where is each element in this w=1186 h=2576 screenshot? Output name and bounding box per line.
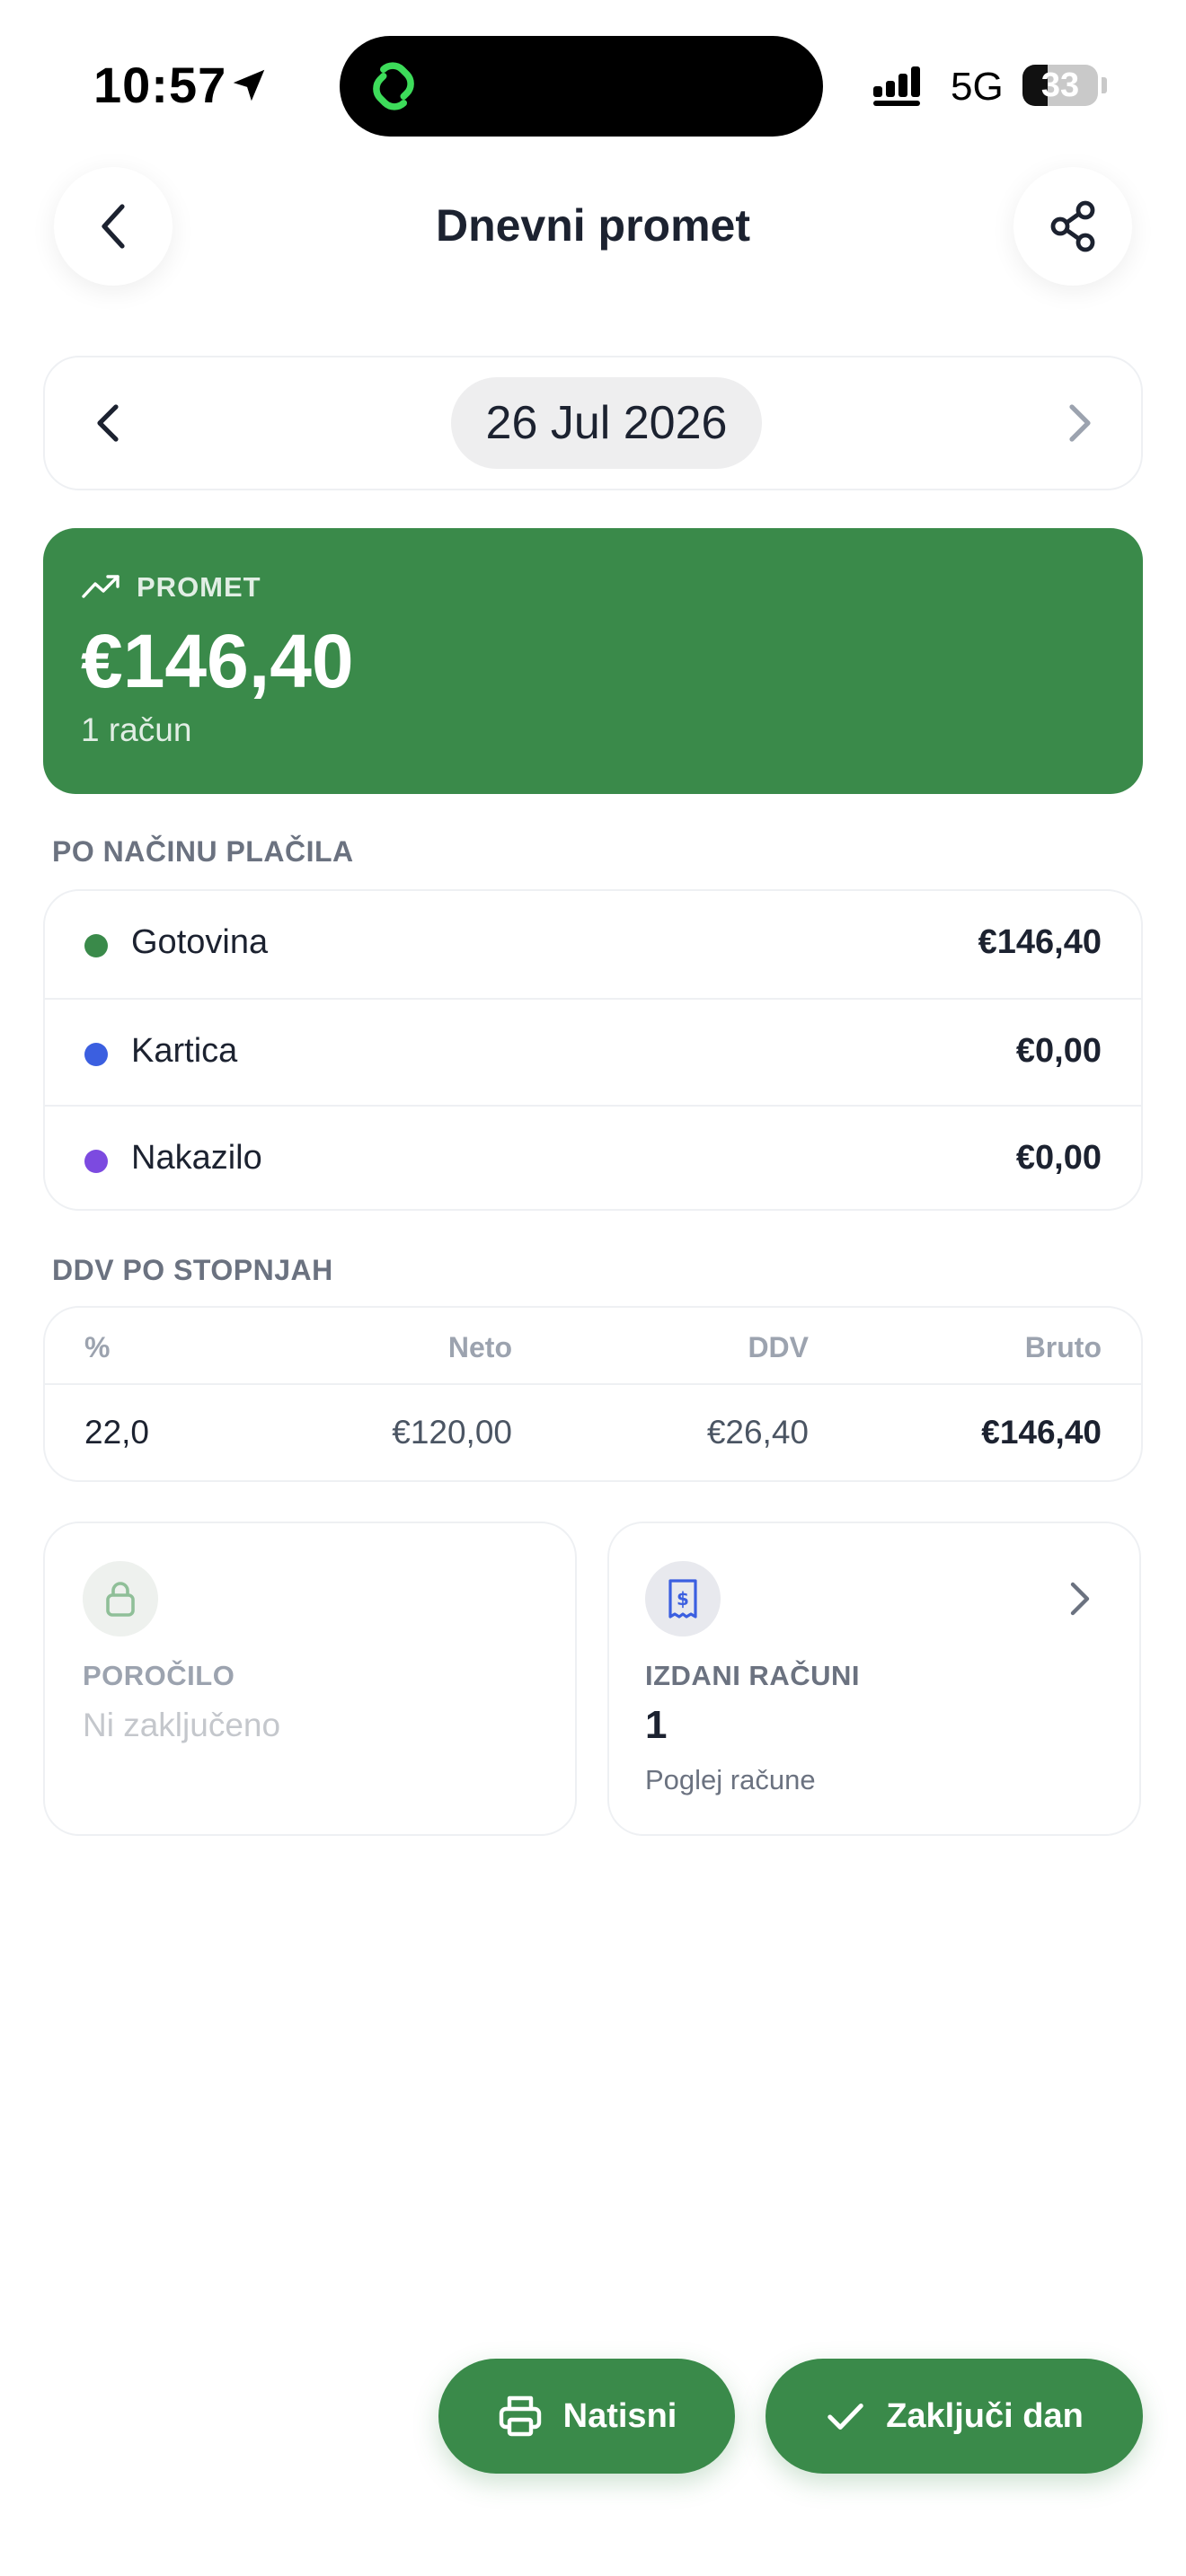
selected-date[interactable]: 26 Jul 2026 (451, 377, 762, 469)
vat-gross: €146,40 (981, 1414, 1102, 1451)
vat-amount: €26,40 (706, 1414, 809, 1451)
svg-text:$: $ (677, 1588, 689, 1610)
receipt-icon: $ (668, 1579, 697, 1619)
chevron-right-icon (1064, 1579, 1096, 1619)
report-label: POROČILO (83, 1660, 235, 1691)
column-header-gross: Bruto (1024, 1331, 1102, 1363)
transfer-color-dot (84, 1150, 108, 1173)
share-button[interactable] (1013, 167, 1132, 286)
payment-method-name: Nakazilo (131, 1139, 262, 1177)
close-day-button-label: Zaključi dan (886, 2396, 1084, 2435)
payment-methods-list: Gotovina €146,40 Kartica €0,00 Nakazilo … (43, 889, 1143, 1211)
vat-section-title: DDV PO STOPNJAH (52, 1254, 333, 1286)
page-title: Dnevni promet (435, 200, 751, 251)
battery-icon: 33 (1022, 65, 1098, 106)
location-arrow-icon (233, 69, 265, 101)
signal-icon (873, 66, 920, 106)
view-receipts-link[interactable]: Poglej račune (645, 1764, 816, 1796)
payment-method-value: €0,00 (1015, 1139, 1102, 1177)
revenue-amount: €146,40 (81, 619, 354, 703)
column-header-vat: DDV (748, 1331, 809, 1363)
checkmark-icon (828, 2404, 863, 2430)
issued-receipts-label: IZDANI RAČUNI (645, 1660, 860, 1691)
battery-level: 33 (1040, 66, 1080, 104)
chevron-left-icon (97, 404, 119, 442)
cash-color-dot (84, 934, 108, 957)
vat-net: €120,00 (392, 1414, 512, 1451)
trending-up-icon (82, 575, 119, 598)
printer-icon (499, 2395, 541, 2437)
column-header-net: Neto (447, 1331, 512, 1363)
next-day-button[interactable] (1053, 392, 1107, 454)
column-header-rate: % (84, 1331, 111, 1363)
lock-icon-badge (83, 1561, 158, 1636)
vat-rate: 22,0 (84, 1414, 150, 1451)
print-button-label: Natisni (562, 2396, 677, 2435)
share-icon (1050, 200, 1095, 252)
card-color-dot (84, 1043, 108, 1066)
status-time: 10:57 (93, 57, 227, 113)
payment-method-value: €0,00 (1015, 1032, 1102, 1070)
receipt-icon-badge: $ (645, 1561, 721, 1636)
table-header (45, 1308, 1141, 1385)
revenue-label: PROMET (137, 571, 261, 603)
report-status: Ni zaključeno (83, 1707, 281, 1743)
payment-method-value: €146,40 (978, 923, 1102, 961)
print-button[interactable]: Natisni (438, 2359, 735, 2474)
battery-cap (1102, 77, 1107, 93)
chevron-right-icon (1069, 404, 1091, 442)
lock-icon (106, 1582, 135, 1617)
list-item: Nakazilo €0,00 (45, 1105, 1141, 1209)
payment-method-name: Kartica (131, 1032, 238, 1070)
vat-table: % Neto DDV Bruto 22,0 €120,00 €26,40 €14… (43, 1306, 1143, 1482)
previous-day-button[interactable] (81, 392, 135, 454)
payments-section-title: PO NAČINU PLAČILA (52, 835, 354, 868)
list-item: Gotovina €146,40 (45, 891, 1141, 998)
network-type: 5G (951, 65, 1004, 109)
close-day-button[interactable]: Zaključi dan (766, 2359, 1143, 2474)
issued-receipts-count: 1 (645, 1703, 668, 1747)
app-link-icon (373, 62, 414, 110)
list-item: Kartica €0,00 (45, 998, 1141, 1105)
receipt-count: 1 račun (81, 711, 192, 748)
payment-method-name: Gotovina (131, 923, 269, 961)
